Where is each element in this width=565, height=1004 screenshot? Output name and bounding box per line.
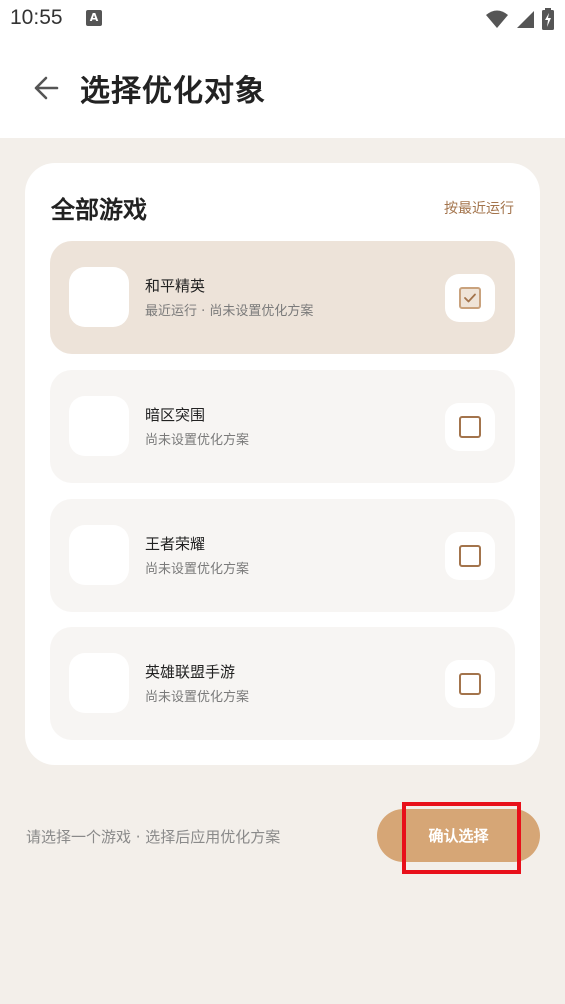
game-item-wangzhe-rongyao[interactable]: 王者荣耀 尚未设置优化方案 [50,499,515,612]
wifi-icon [486,10,508,28]
game-name: 英雄联盟手游 [145,663,236,681]
game-name: 王者荣耀 [145,535,206,553]
game-item-yingxiong-lianmeng[interactable]: 英雄联盟手游 尚未设置优化方案 [50,627,515,740]
footer-hint: 请选择一个游戏 · 选择后应用优化方案 [26,828,281,846]
checkbox-unchecked [459,416,481,438]
app-header: 选择优化对象 [0,38,565,138]
page-title: 选择优化对象 [80,74,266,109]
confirm-selection-button[interactable]: 确认选择 [377,809,540,862]
status-bar: 10:55 A [0,0,565,38]
game-status: 尚未设置优化方案 [145,433,250,448]
game-icon [69,396,129,456]
game-status: 最近运行 · 尚未设置优化方案 [145,304,314,319]
status-icons [485,7,555,31]
notification-app-icon: A [86,10,102,26]
game-checkbox[interactable] [445,660,495,708]
arrow-left-icon [34,76,59,100]
game-icon [69,525,129,585]
game-checkbox[interactable] [445,403,495,451]
game-checkbox[interactable] [445,274,495,322]
checkbox-unchecked [459,545,481,567]
game-item-anqu-tuwei[interactable]: 暗区突围 尚未设置优化方案 [50,370,515,483]
game-icon [69,267,129,327]
game-name: 和平精英 [145,277,206,295]
game-item-heping-jingying[interactable]: 和平精英 最近运行 · 尚未设置优化方案 [50,241,515,354]
game-icon [69,653,129,713]
game-checkbox[interactable] [445,532,495,580]
game-list-card: 全部游戏 按最近运行 和平精英 最近运行 · 尚未设置优化方案 暗区突围 尚未设… [25,163,540,765]
checkbox-checked [459,287,481,309]
game-status: 尚未设置优化方案 [145,562,250,577]
game-name: 暗区突围 [145,406,206,424]
card-title: 全部游戏 [51,196,147,224]
battery-charging-icon [542,8,554,30]
checkbox-unchecked [459,673,481,695]
signal-icon [517,11,534,28]
check-icon [464,293,476,303]
back-button[interactable] [28,70,64,106]
game-status: 尚未设置优化方案 [145,690,250,705]
status-time: 10:55 [10,6,63,29]
sort-by-recent-link[interactable]: 按最近运行 [444,198,514,218]
